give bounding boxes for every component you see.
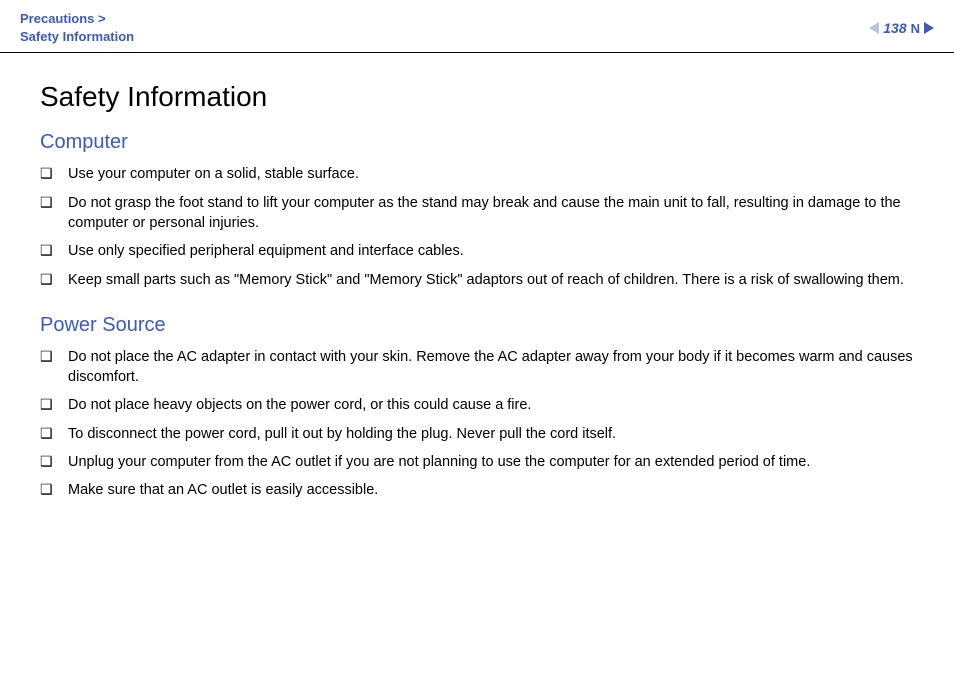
- bullet-icon: ❑: [40, 480, 68, 500]
- bullet-icon: ❑: [40, 241, 68, 261]
- page-number: 138: [883, 20, 906, 36]
- bullet-icon: ❑: [40, 395, 68, 415]
- next-page-icon[interactable]: [924, 22, 934, 34]
- page-content: Safety Information Computer ❑ Use your c…: [0, 53, 954, 552]
- bullet-icon: ❑: [40, 270, 68, 290]
- prev-page-icon[interactable]: [869, 22, 879, 34]
- bullet-icon: ❑: [40, 164, 68, 184]
- bullet-icon: ❑: [40, 193, 68, 213]
- page-title: Safety Information: [40, 81, 914, 113]
- bullet-text: Make sure that an AC outlet is easily ac…: [68, 480, 378, 500]
- breadcrumb: Precautions > Safety Information: [20, 10, 134, 46]
- bullet-icon: ❑: [40, 424, 68, 444]
- n-mark: N: [911, 21, 920, 36]
- list-item: ❑ Use your computer on a solid, stable s…: [40, 164, 914, 184]
- bullet-list-computer: ❑ Use your computer on a solid, stable s…: [40, 164, 914, 289]
- bullet-icon: ❑: [40, 452, 68, 472]
- breadcrumb-line1: Precautions >: [20, 10, 134, 28]
- list-item: ❑ Do not place the AC adapter in contact…: [40, 347, 914, 388]
- list-item: ❑ Do not grasp the foot stand to lift yo…: [40, 193, 914, 234]
- breadcrumb-line2: Safety Information: [20, 28, 134, 46]
- page-header: Precautions > Safety Information 138 N: [0, 0, 954, 53]
- list-item: ❑ Unplug your computer from the AC outle…: [40, 452, 914, 472]
- list-item: ❑ Use only specified peripheral equipmen…: [40, 241, 914, 261]
- bullet-text: Keep small parts such as "Memory Stick" …: [68, 270, 904, 290]
- list-item: ❑ Do not place heavy objects on the powe…: [40, 395, 914, 415]
- bullet-text: Do not place heavy objects on the power …: [68, 395, 531, 415]
- list-item: ❑ To disconnect the power cord, pull it …: [40, 424, 914, 444]
- bullet-text: Use your computer on a solid, stable sur…: [68, 164, 359, 184]
- section-heading-power: Power Source: [40, 314, 914, 337]
- page-navigation: 138 N: [869, 20, 934, 36]
- bullet-text: Do not place the AC adapter in contact w…: [68, 347, 914, 388]
- bullet-text: To disconnect the power cord, pull it ou…: [68, 424, 616, 444]
- bullet-icon: ❑: [40, 347, 68, 367]
- bullet-text: Use only specified peripheral equipment …: [68, 241, 464, 261]
- list-item: ❑ Make sure that an AC outlet is easily …: [40, 480, 914, 500]
- bullet-text: Do not grasp the foot stand to lift your…: [68, 193, 914, 234]
- list-item: ❑ Keep small parts such as "Memory Stick…: [40, 270, 914, 290]
- bullet-list-power: ❑ Do not place the AC adapter in contact…: [40, 347, 914, 501]
- section-heading-computer: Computer: [40, 131, 914, 154]
- bullet-text: Unplug your computer from the AC outlet …: [68, 452, 810, 472]
